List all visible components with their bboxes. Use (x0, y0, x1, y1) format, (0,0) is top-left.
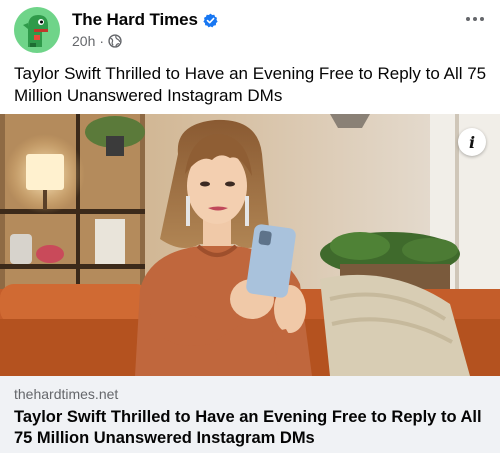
more-dot (473, 17, 477, 21)
link-domain: thehardtimes.net (14, 386, 119, 402)
globe-icon[interactable] (108, 34, 122, 48)
link-preview[interactable]: thehardtimes.net Taylor Swift Thrilled t… (0, 376, 500, 453)
post-timestamp[interactable]: 20h (72, 33, 95, 49)
photo-illustration (0, 114, 500, 376)
meta-separator: · (99, 33, 105, 49)
dinosaur-logo-icon (14, 7, 60, 53)
page-name-link[interactable]: The Hard Times (72, 10, 218, 30)
post-image[interactable]: i (0, 114, 500, 376)
post-header: The Hard Times 20h · (0, 0, 500, 58)
page-name: The Hard Times (72, 10, 198, 29)
post-caption: Taylor Swift Thrilled to Have an Evening… (14, 64, 487, 105)
verified-badge-icon (203, 13, 218, 27)
more-dot (466, 17, 470, 21)
page-avatar[interactable] (14, 7, 60, 53)
post-meta: 20h · (72, 33, 122, 49)
more-options-icon[interactable] (462, 12, 488, 26)
link-title[interactable]: Taylor Swift Thrilled to Have an Evening… (14, 407, 494, 449)
facebook-post: The Hard Times 20h · Taylor Swift Thrill… (0, 0, 500, 453)
info-icon[interactable]: i (458, 128, 486, 156)
more-dot (480, 17, 484, 21)
